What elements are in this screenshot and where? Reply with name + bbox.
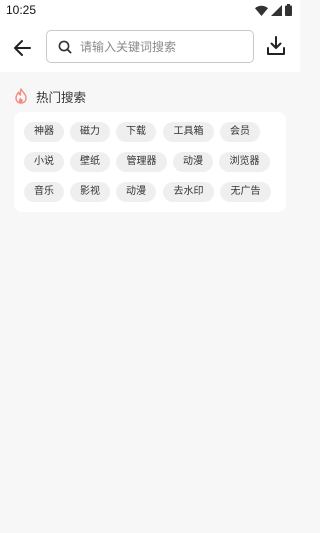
hot-tag[interactable]: 影视 bbox=[70, 182, 110, 202]
download-icon bbox=[267, 36, 285, 55]
hot-tag[interactable]: 动漫 bbox=[116, 182, 156, 202]
battery-icon bbox=[285, 4, 292, 16]
hot-search-title: 热门搜索 bbox=[36, 89, 87, 105]
download-button[interactable] bbox=[264, 34, 288, 58]
hot-tag[interactable]: 浏览器 bbox=[219, 152, 270, 172]
hot-search-header: 热门搜索 bbox=[14, 86, 86, 106]
hot-tag[interactable]: 小说 bbox=[24, 152, 64, 172]
status-bar: 10:25 bbox=[0, 0, 300, 22]
hot-tag[interactable]: 磁力 bbox=[70, 122, 110, 142]
hot-tag[interactable]: 管理器 bbox=[116, 152, 167, 172]
hot-tag[interactable]: 会员 bbox=[220, 122, 260, 142]
hot-tag[interactable]: 无广告 bbox=[220, 182, 271, 202]
search-input[interactable] bbox=[80, 31, 248, 62]
hot-tag[interactable]: 下载 bbox=[116, 122, 156, 142]
status-time: 10:25 bbox=[6, 3, 37, 17]
fire-icon bbox=[15, 88, 27, 104]
signal-icon bbox=[271, 4, 282, 16]
status-icons bbox=[255, 4, 292, 16]
hot-tag[interactable]: 动漫 bbox=[173, 152, 213, 172]
search-icon bbox=[58, 40, 72, 54]
search-header bbox=[0, 22, 300, 72]
arrow-left-icon bbox=[14, 40, 31, 56]
hot-tag[interactable]: 神器 bbox=[24, 122, 64, 142]
hot-tag[interactable]: 工具箱 bbox=[163, 122, 214, 142]
hot-tags-card: 神器 磁力 下载 工具箱 会员 小说 壁纸 管理器 动漫 浏览器 音乐 影视 动… bbox=[14, 112, 286, 212]
back-button[interactable] bbox=[10, 35, 36, 61]
hot-tag[interactable]: 去水印 bbox=[163, 182, 214, 202]
hot-tag[interactable]: 音乐 bbox=[24, 182, 64, 202]
search-box[interactable] bbox=[46, 30, 254, 63]
hot-tag[interactable]: 壁纸 bbox=[70, 152, 110, 172]
wifi-icon bbox=[255, 5, 268, 16]
